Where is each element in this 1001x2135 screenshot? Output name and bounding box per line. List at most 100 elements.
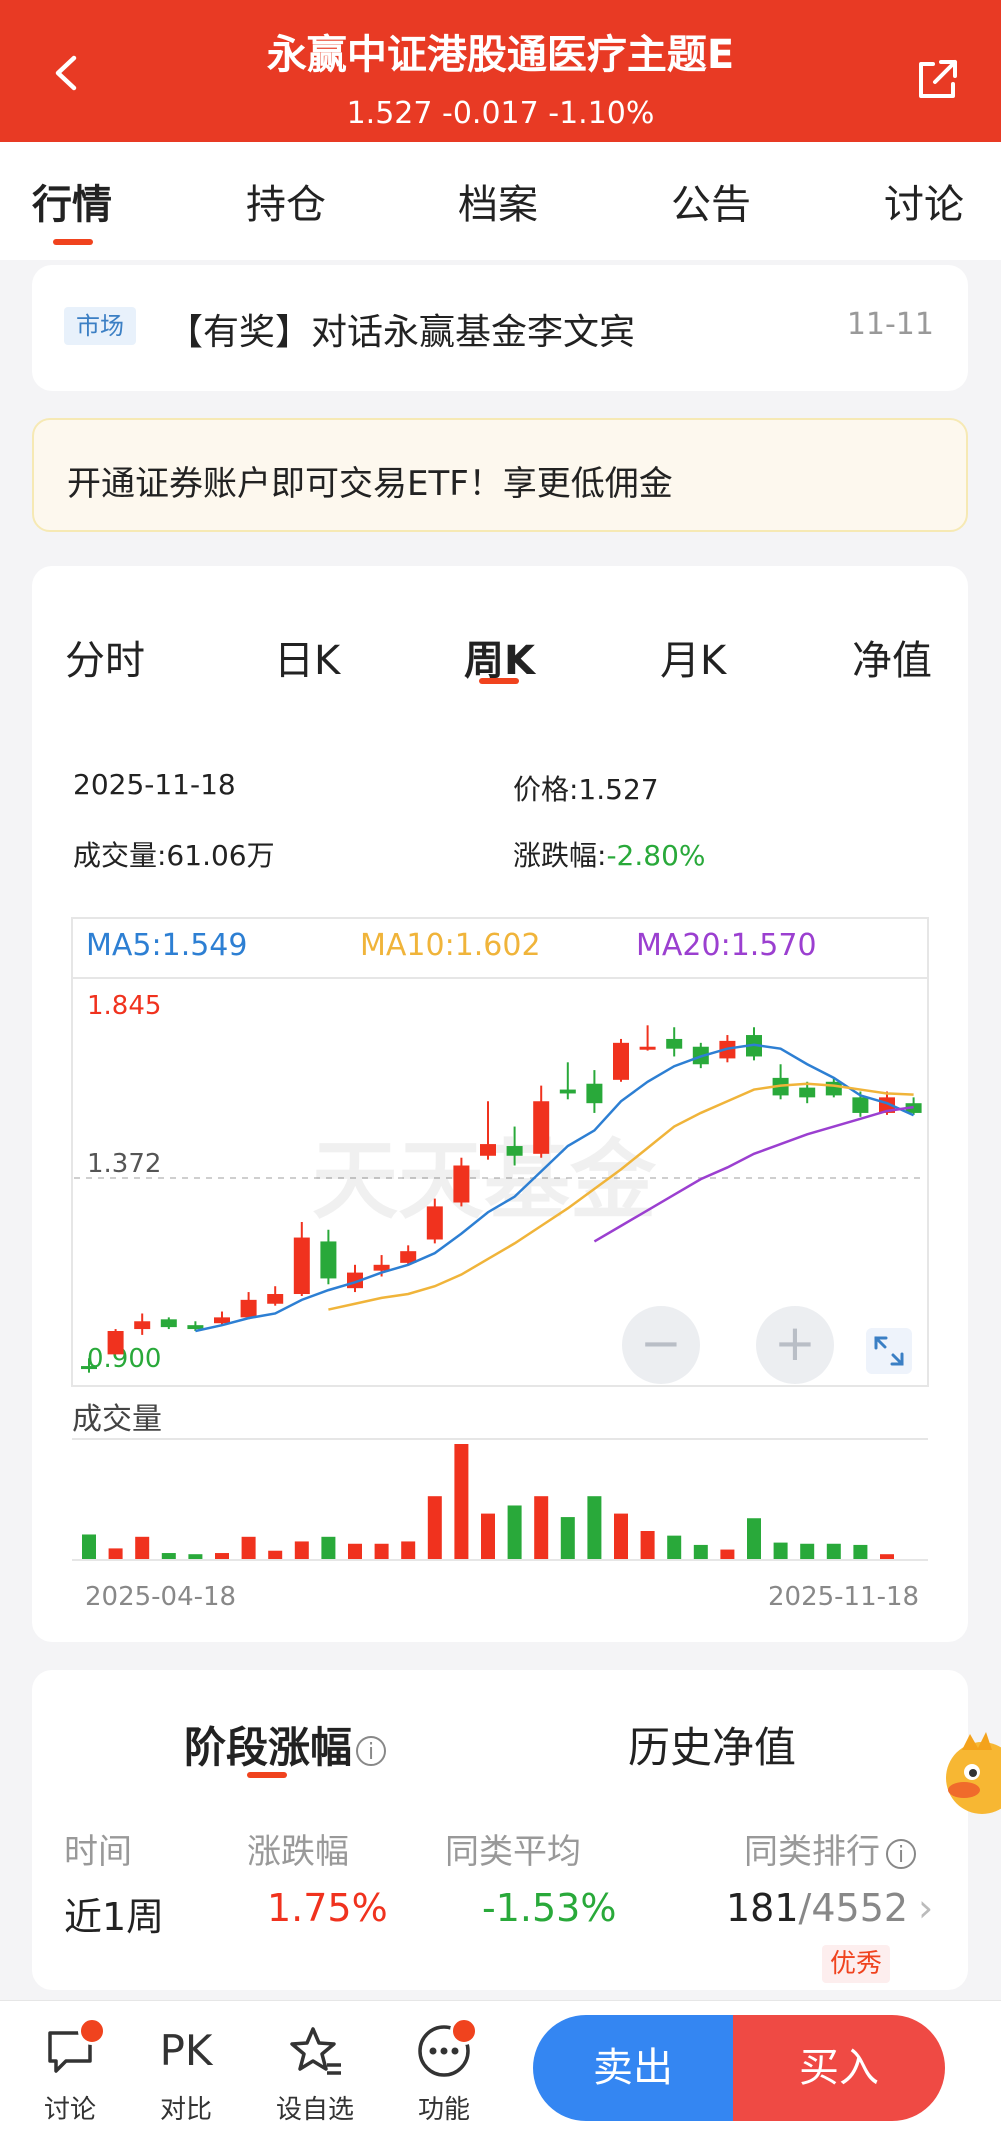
- tab-period-returns-label: 阶段涨幅: [184, 1723, 353, 1772]
- row-rank-total: /4552: [798, 1886, 909, 1930]
- rank-info-icon[interactable]: i: [886, 1838, 916, 1869]
- candle-body: [852, 1097, 869, 1113]
- row-avg: -1.53%: [482, 1886, 617, 1930]
- candle-body: [320, 1241, 337, 1279]
- volume-bar: [135, 1536, 150, 1560]
- rank-badge: 优秀: [821, 1945, 890, 1983]
- bottom-more-button[interactable]: 功能: [394, 2017, 494, 2126]
- news-date: 11-11: [846, 307, 934, 342]
- fund-title: 永赢中证港股通医疗主题E: [266, 32, 735, 78]
- sell-button[interactable]: 卖出: [533, 2015, 733, 2121]
- volume-bar: [800, 1543, 815, 1560]
- header-rank-label: 同类排行: [744, 1832, 880, 1872]
- candle-body: [666, 1038, 683, 1049]
- candle-body: [160, 1319, 177, 1328]
- promo-banner[interactable]: 开通证券账户即可交易ETF！享更低佣金: [32, 418, 968, 532]
- ma10-label: MA10:1.602: [360, 928, 541, 963]
- notification-dot: [78, 2017, 106, 2045]
- bottom-more-label: 功能: [417, 2095, 470, 2125]
- bottom-bar: 讨论 PK 对比 设自选 功能 卖出 买入: [0, 2000, 1001, 2135]
- volume-top-line: [72, 1438, 928, 1440]
- candle-body: [639, 1046, 656, 1050]
- back-arrow-icon[interactable]: [48, 54, 86, 92]
- volume-bar: [640, 1531, 655, 1560]
- candle-body: [825, 1081, 842, 1096]
- volume-bar: [241, 1536, 256, 1560]
- main-tabs: 行情 持仓 档案 公告 讨论: [0, 142, 1001, 260]
- bottom-watchlist-button[interactable]: 设自选: [265, 2023, 365, 2126]
- chevron-right-icon: ›: [918, 1886, 934, 1930]
- tab-announcements[interactable]: 公告: [671, 172, 751, 230]
- fullscreen-icon[interactable]: [866, 1328, 912, 1374]
- candle-body: [426, 1206, 443, 1240]
- volume-bar: [82, 1534, 96, 1560]
- volume-bar: [481, 1513, 495, 1560]
- header-avg: 同类平均: [445, 1832, 581, 1872]
- row-rank-value: 181: [726, 1886, 799, 1930]
- info-icon[interactable]: i: [356, 1735, 387, 1766]
- zoom-in-button[interactable]: +: [756, 1306, 834, 1384]
- tab-profile[interactable]: 档案: [458, 172, 538, 230]
- tab-period-returns[interactable]: 阶段涨幅 i: [184, 1714, 387, 1775]
- candle-body: [81, 1366, 97, 1370]
- volume-bar: [401, 1541, 416, 1560]
- x-axis-start-date: 2025-04-18: [85, 1582, 237, 1612]
- ma20-label: MA20:1.570: [636, 928, 817, 963]
- row-period: 近1周: [64, 1895, 165, 1939]
- volume-bar: [454, 1444, 469, 1560]
- volume-bar: [667, 1535, 682, 1560]
- volume-bar: [773, 1542, 788, 1560]
- kline-chart[interactable]: 天天基金 1.845 1.372 0.900: [32, 566, 968, 1642]
- volume-bar: [374, 1543, 389, 1560]
- tab-history-nav[interactable]: 历史净值: [628, 1714, 796, 1775]
- candle-body: [267, 1294, 284, 1304]
- header-period: 时间: [64, 1832, 132, 1872]
- volume-bar: [321, 1536, 336, 1560]
- candle-body: [506, 1146, 523, 1156]
- header-rank: 同类排行 i: [744, 1824, 916, 1873]
- header-bar: 永赢中证港股通医疗主题E 1.527 -0.017 -1.10%: [0, 0, 1001, 142]
- tab-market[interactable]: 行情: [32, 172, 112, 230]
- candle-body: [187, 1325, 204, 1330]
- candle-body: [240, 1299, 257, 1318]
- bottom-compare-button[interactable]: PK 对比: [136, 2023, 236, 2126]
- candle-body: [799, 1087, 816, 1098]
- news-title[interactable]: 【有奖】对话永赢基金李文宾: [167, 303, 635, 355]
- pk-icon: PK: [159, 2026, 213, 2075]
- star-add-icon: [290, 2027, 341, 2075]
- y-label-max: 1.845: [87, 991, 161, 1021]
- volume-bar: [215, 1553, 229, 1560]
- volume-bar: [720, 1549, 735, 1560]
- row-rank[interactable]: 181/4552 ›: [726, 1886, 933, 1930]
- promo-text: 开通证券账户即可交易ETF！享更低佣金: [67, 464, 673, 504]
- volume-bar: [348, 1543, 362, 1560]
- candle-body: [586, 1083, 603, 1104]
- news-card[interactable]: 市场 【有奖】对话永赢基金李文宾 11-11: [32, 265, 968, 391]
- volume-bar: [560, 1517, 575, 1560]
- candle-body: [293, 1237, 310, 1295]
- y-label-min: 0.900: [87, 1344, 161, 1374]
- volume-bar: [534, 1496, 549, 1560]
- volume-bar: [294, 1541, 309, 1560]
- candle-body: [559, 1089, 576, 1094]
- volume-bar: [268, 1550, 283, 1560]
- header-change: 涨跌幅: [247, 1832, 349, 1872]
- volume-bar: [747, 1518, 761, 1560]
- volume-bar: [427, 1496, 442, 1560]
- y-label-mid: 1.372: [87, 1149, 161, 1179]
- volume-bar: [693, 1544, 708, 1560]
- news-tag: 市场: [64, 307, 136, 345]
- notification-dot: [450, 2017, 478, 2045]
- candle-body: [613, 1042, 629, 1080]
- zoom-out-button[interactable]: −: [622, 1306, 700, 1384]
- buy-button[interactable]: 买入: [733, 2015, 945, 2121]
- bottom-compare-label: 对比: [159, 2095, 212, 2125]
- tab-discussion[interactable]: 讨论: [884, 172, 964, 230]
- mascot-icon[interactable]: [940, 1728, 1001, 1818]
- tab-holdings[interactable]: 持仓: [246, 172, 326, 230]
- x-axis-end-date: 2025-11-18: [768, 1582, 920, 1612]
- volume-bar: [507, 1505, 522, 1560]
- candle-body: [533, 1101, 550, 1154]
- bottom-discuss-button[interactable]: 讨论: [20, 2017, 120, 2126]
- share-icon[interactable]: [913, 56, 961, 104]
